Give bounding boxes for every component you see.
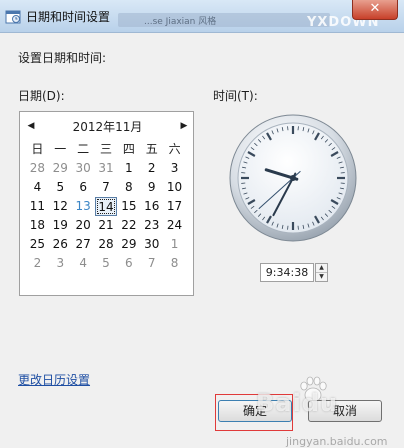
calendar-day[interactable]: 6: [72, 178, 95, 197]
change-calendar-settings-link[interactable]: 更改日历设置: [18, 371, 90, 388]
background-window-text: ...se Jiaxian 风格: [144, 17, 217, 27]
time-input[interactable]: 9:34:38: [260, 263, 314, 282]
calendar-day[interactable]: 27: [72, 235, 95, 254]
calendar-day[interactable]: 21: [95, 216, 118, 235]
close-icon: ✕: [369, 1, 381, 16]
calendar-day[interactable]: 24: [163, 216, 186, 235]
spin-up-icon[interactable]: ▲: [316, 264, 327, 273]
calendar-day[interactable]: 13: [72, 197, 95, 216]
dialog-heading: 设置日期和时间:: [18, 51, 107, 65]
calendar-day[interactable]: 19: [49, 216, 72, 235]
calendar-day[interactable]: 3: [163, 159, 186, 178]
calendar-day[interactable]: 5: [49, 178, 72, 197]
calendar-day[interactable]: 7: [140, 254, 163, 273]
watermark-jingyan: jingyan.baidu.com: [286, 435, 388, 448]
weekday-header: 四: [122, 142, 135, 156]
calendar-day[interactable]: 12: [49, 197, 72, 216]
calendar-day[interactable]: 4: [26, 178, 49, 197]
calendar-day[interactable]: 5: [95, 254, 118, 273]
calendar-day[interactable]: 11: [26, 197, 49, 216]
calendar-day[interactable]: 2: [140, 159, 163, 178]
calendar-day[interactable]: 16: [140, 197, 163, 216]
calendar-day[interactable]: 26: [49, 235, 72, 254]
weekday-header: 六: [168, 142, 181, 156]
calendar-day[interactable]: 2: [26, 254, 49, 273]
time-label: 时间(T):: [213, 89, 258, 103]
calendar-grid: 日一二三四五六 28 29 30 31 1 2 3 4 5 6 7 8 9 10 11 12 13 14 15 16 17…: [26, 140, 186, 273]
window-title: 日期和时间设置: [26, 10, 111, 24]
calendar-day[interactable]: 7: [95, 178, 118, 197]
calendar-day[interactable]: 4: [72, 254, 95, 273]
calendar-day[interactable]: 23: [140, 216, 163, 235]
calendar-day[interactable]: 17: [163, 197, 186, 216]
calendar-day[interactable]: 31: [95, 159, 118, 178]
spin-down-icon[interactable]: ▼: [316, 273, 327, 281]
calendar-day[interactable]: 15: [117, 197, 140, 216]
background-window-tab: ...se Jiaxian 风格: [118, 13, 330, 27]
next-month-icon[interactable]: ▶: [178, 120, 190, 132]
calendar-month-title[interactable]: 2012年11月: [20, 118, 195, 135]
calendar-day[interactable]: 10: [163, 178, 186, 197]
calendar-day[interactable]: 8: [117, 178, 140, 197]
calendar-day[interactable]: 18: [26, 216, 49, 235]
calendar-day[interactable]: 28: [26, 159, 49, 178]
date-label: 日期(D):: [18, 89, 65, 103]
weekday-header: 三: [99, 142, 112, 156]
calendar-day[interactable]: 29: [49, 159, 72, 178]
weekday-header: 五: [145, 142, 158, 156]
calendar-day[interactable]: 25: [26, 235, 49, 254]
weekday-header: 二: [77, 142, 90, 156]
weekday-header: 日: [31, 142, 44, 156]
calendar-day[interactable]: 6: [117, 254, 140, 273]
calendar-day[interactable]: 1: [163, 235, 186, 254]
calendar-day[interactable]: 1: [117, 159, 140, 178]
close-button[interactable]: ✕: [352, 0, 398, 20]
title-bar[interactable]: 日期和时间设置 ...se Jiaxian 风格 YXDOWN ✕: [0, 0, 404, 33]
clock-center: [290, 175, 296, 181]
calendar-day[interactable]: 22: [117, 216, 140, 235]
calendar-day-selected[interactable]: 14: [94, 197, 118, 216]
calendar-day[interactable]: 9: [140, 178, 163, 197]
weekday-header: 一: [54, 142, 67, 156]
calendar[interactable]: ◀ 2012年11月 ▶ 日一二三四五六 28 29 30 31 1 2 3 4 5 6 7 8 9 10 1…: [19, 111, 194, 296]
analog-clock: [229, 114, 357, 242]
calendar-day[interactable]: 20: [72, 216, 95, 235]
watermark-baidu: Baidu: [256, 389, 338, 417]
calendar-day[interactable]: 29: [117, 235, 140, 254]
dialog-body: 设置日期和时间: 日期(D): 时间(T): ◀ 2012年11月 ▶ 日一二三…: [0, 33, 404, 448]
calendar-day[interactable]: 3: [49, 254, 72, 273]
calendar-day[interactable]: 30: [140, 235, 163, 254]
date-time-icon: [5, 10, 21, 24]
calendar-day[interactable]: 8: [163, 254, 186, 273]
time-spinner[interactable]: ▲ ▼: [315, 263, 328, 282]
calendar-day[interactable]: 28: [95, 235, 118, 254]
calendar-day[interactable]: 30: [72, 159, 95, 178]
